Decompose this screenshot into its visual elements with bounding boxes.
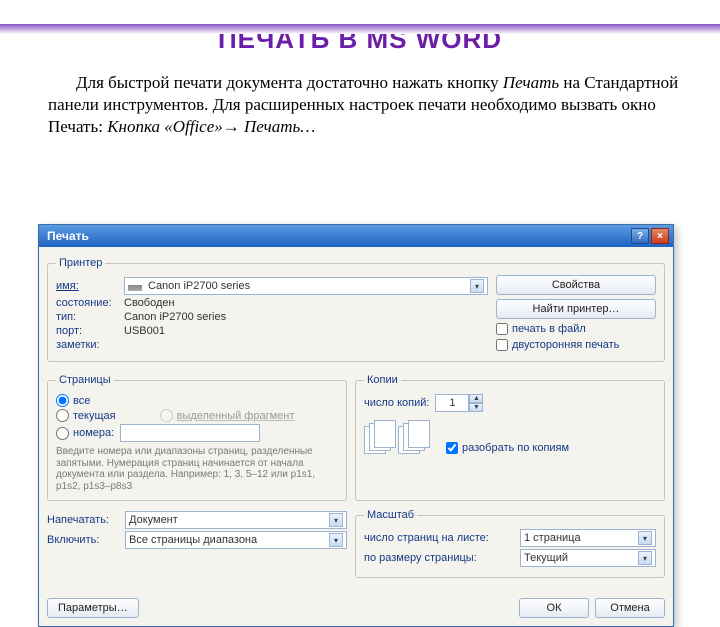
para-b: Печать — [503, 73, 559, 92]
scale-group: Масштаб число страниц на листе: 1 страни… — [355, 509, 665, 578]
collate-checkbox[interactable]: разобрать по копиям — [446, 442, 569, 454]
copies-legend: Копии — [364, 374, 401, 386]
collate-illustration — [364, 420, 426, 454]
dialog-body: Принтер имя: Canon iP2700 series ▾ со — [39, 247, 673, 594]
page-body: Для быстрой печати документа достаточно … — [0, 72, 720, 137]
print-to-file-checkbox[interactable]: печать в файл — [496, 323, 656, 335]
napechatat-label: Напечатать: — [47, 514, 119, 526]
pages-all-radio[interactable]: все — [56, 394, 338, 407]
para-d: Кнопка «Office»→ Печать… — [107, 117, 315, 136]
pages-group: Страницы все текущая выделенный фрагмент… — [47, 374, 347, 501]
chevron-down-icon: ▾ — [638, 551, 652, 565]
scale-to-size-label: по размеру страницы: — [364, 552, 514, 564]
scale-to-size-combo[interactable]: Текущий ▾ — [520, 549, 656, 567]
port-label: порт: — [56, 325, 118, 337]
question-icon: ? — [637, 231, 643, 242]
printer-name-label: имя: — [56, 280, 118, 292]
printer-group: Принтер имя: Canon iP2700 series ▾ со — [47, 257, 665, 362]
print-what-group: Напечатать: Документ ▾ Включить: Все стр… — [47, 509, 347, 586]
include-label: Включить: — [47, 534, 119, 546]
print-what-combo[interactable]: Документ ▾ — [125, 511, 347, 529]
pages-per-sheet-combo[interactable]: 1 страница ▾ — [520, 529, 656, 547]
find-printer-button[interactable]: Найти принтер… — [496, 299, 656, 319]
help-button[interactable]: ? — [631, 228, 649, 244]
dialog-footer: Параметры… ОК Отмена — [39, 594, 673, 626]
slide-top-accent — [0, 24, 720, 34]
ok-button[interactable]: ОК — [519, 598, 589, 618]
printer-name-value: Canon iP2700 series — [148, 280, 250, 292]
pages-per-sheet-value: 1 страница — [524, 532, 581, 544]
printer-legend: Принтер — [56, 257, 105, 269]
printer-name-combo[interactable]: Canon iP2700 series ▾ — [124, 277, 488, 295]
copies-group: Копии число копий: ▲ ▼ — [355, 374, 665, 501]
window-buttons: ? × — [631, 228, 669, 244]
pages-current-radio[interactable]: текущая — [56, 409, 116, 422]
printer-info: имя: Canon iP2700 series ▾ состояние: Сво… — [56, 275, 488, 353]
properties-button[interactable]: Свойства — [496, 275, 656, 295]
spin-up-icon[interactable]: ▲ — [469, 394, 483, 403]
spin-down-icon[interactable]: ▼ — [469, 403, 483, 412]
port-value: USB001 — [124, 325, 165, 337]
chevron-down-icon: ▾ — [470, 279, 484, 293]
include-value: Все страницы диапазона — [129, 534, 257, 546]
cancel-button[interactable]: Отмена — [595, 598, 665, 618]
scale-legend: Масштаб — [364, 509, 417, 521]
duplex-checkbox[interactable]: двусторонняя печать — [496, 339, 656, 351]
state-value: Свободен — [124, 297, 175, 309]
type-label: тип: — [56, 311, 118, 323]
para-a: Для быстрой печати документа достаточно … — [76, 73, 503, 92]
include-combo[interactable]: Все страницы диапазона ▾ — [125, 531, 347, 549]
printer-icon — [128, 279, 142, 293]
close-button[interactable]: × — [651, 228, 669, 244]
intro-paragraph: Для быстрой печати документа достаточно … — [48, 72, 686, 137]
print-what-value: Документ — [129, 514, 178, 526]
close-icon: × — [657, 231, 663, 242]
parameters-button[interactable]: Параметры… — [47, 598, 139, 618]
pages-legend: Страницы — [56, 374, 114, 386]
dialog-title: Печать — [47, 229, 89, 243]
print-dialog: Печать ? × Принтер имя: Canon iP2700 ser… — [38, 224, 674, 627]
notes-label: заметки: — [56, 339, 118, 351]
chevron-down-icon: ▾ — [638, 531, 652, 545]
page-numbers-input[interactable] — [120, 424, 260, 442]
pages-per-sheet-label: число страниц на листе: — [364, 532, 514, 544]
copies-input[interactable] — [435, 394, 469, 412]
scale-to-size-value: Текущий — [524, 552, 568, 564]
chevron-down-icon: ▾ — [329, 513, 343, 527]
pages-numbers-radio[interactable]: номера: — [56, 427, 114, 440]
chevron-down-icon: ▾ — [329, 533, 343, 547]
pages-hint: Введите номера или диапазоны страниц, ра… — [56, 446, 326, 492]
type-value: Canon iP2700 series — [124, 311, 226, 323]
copies-spinner[interactable]: ▲ ▼ — [435, 394, 483, 412]
printer-side-controls: Свойства Найти принтер… печать в файл дв… — [496, 275, 656, 353]
copies-count-label: число копий: — [364, 397, 429, 409]
dialog-titlebar[interactable]: Печать ? × — [39, 225, 673, 247]
pages-selection-radio: выделенный фрагмент — [160, 409, 295, 422]
state-label: состояние: — [56, 297, 118, 309]
